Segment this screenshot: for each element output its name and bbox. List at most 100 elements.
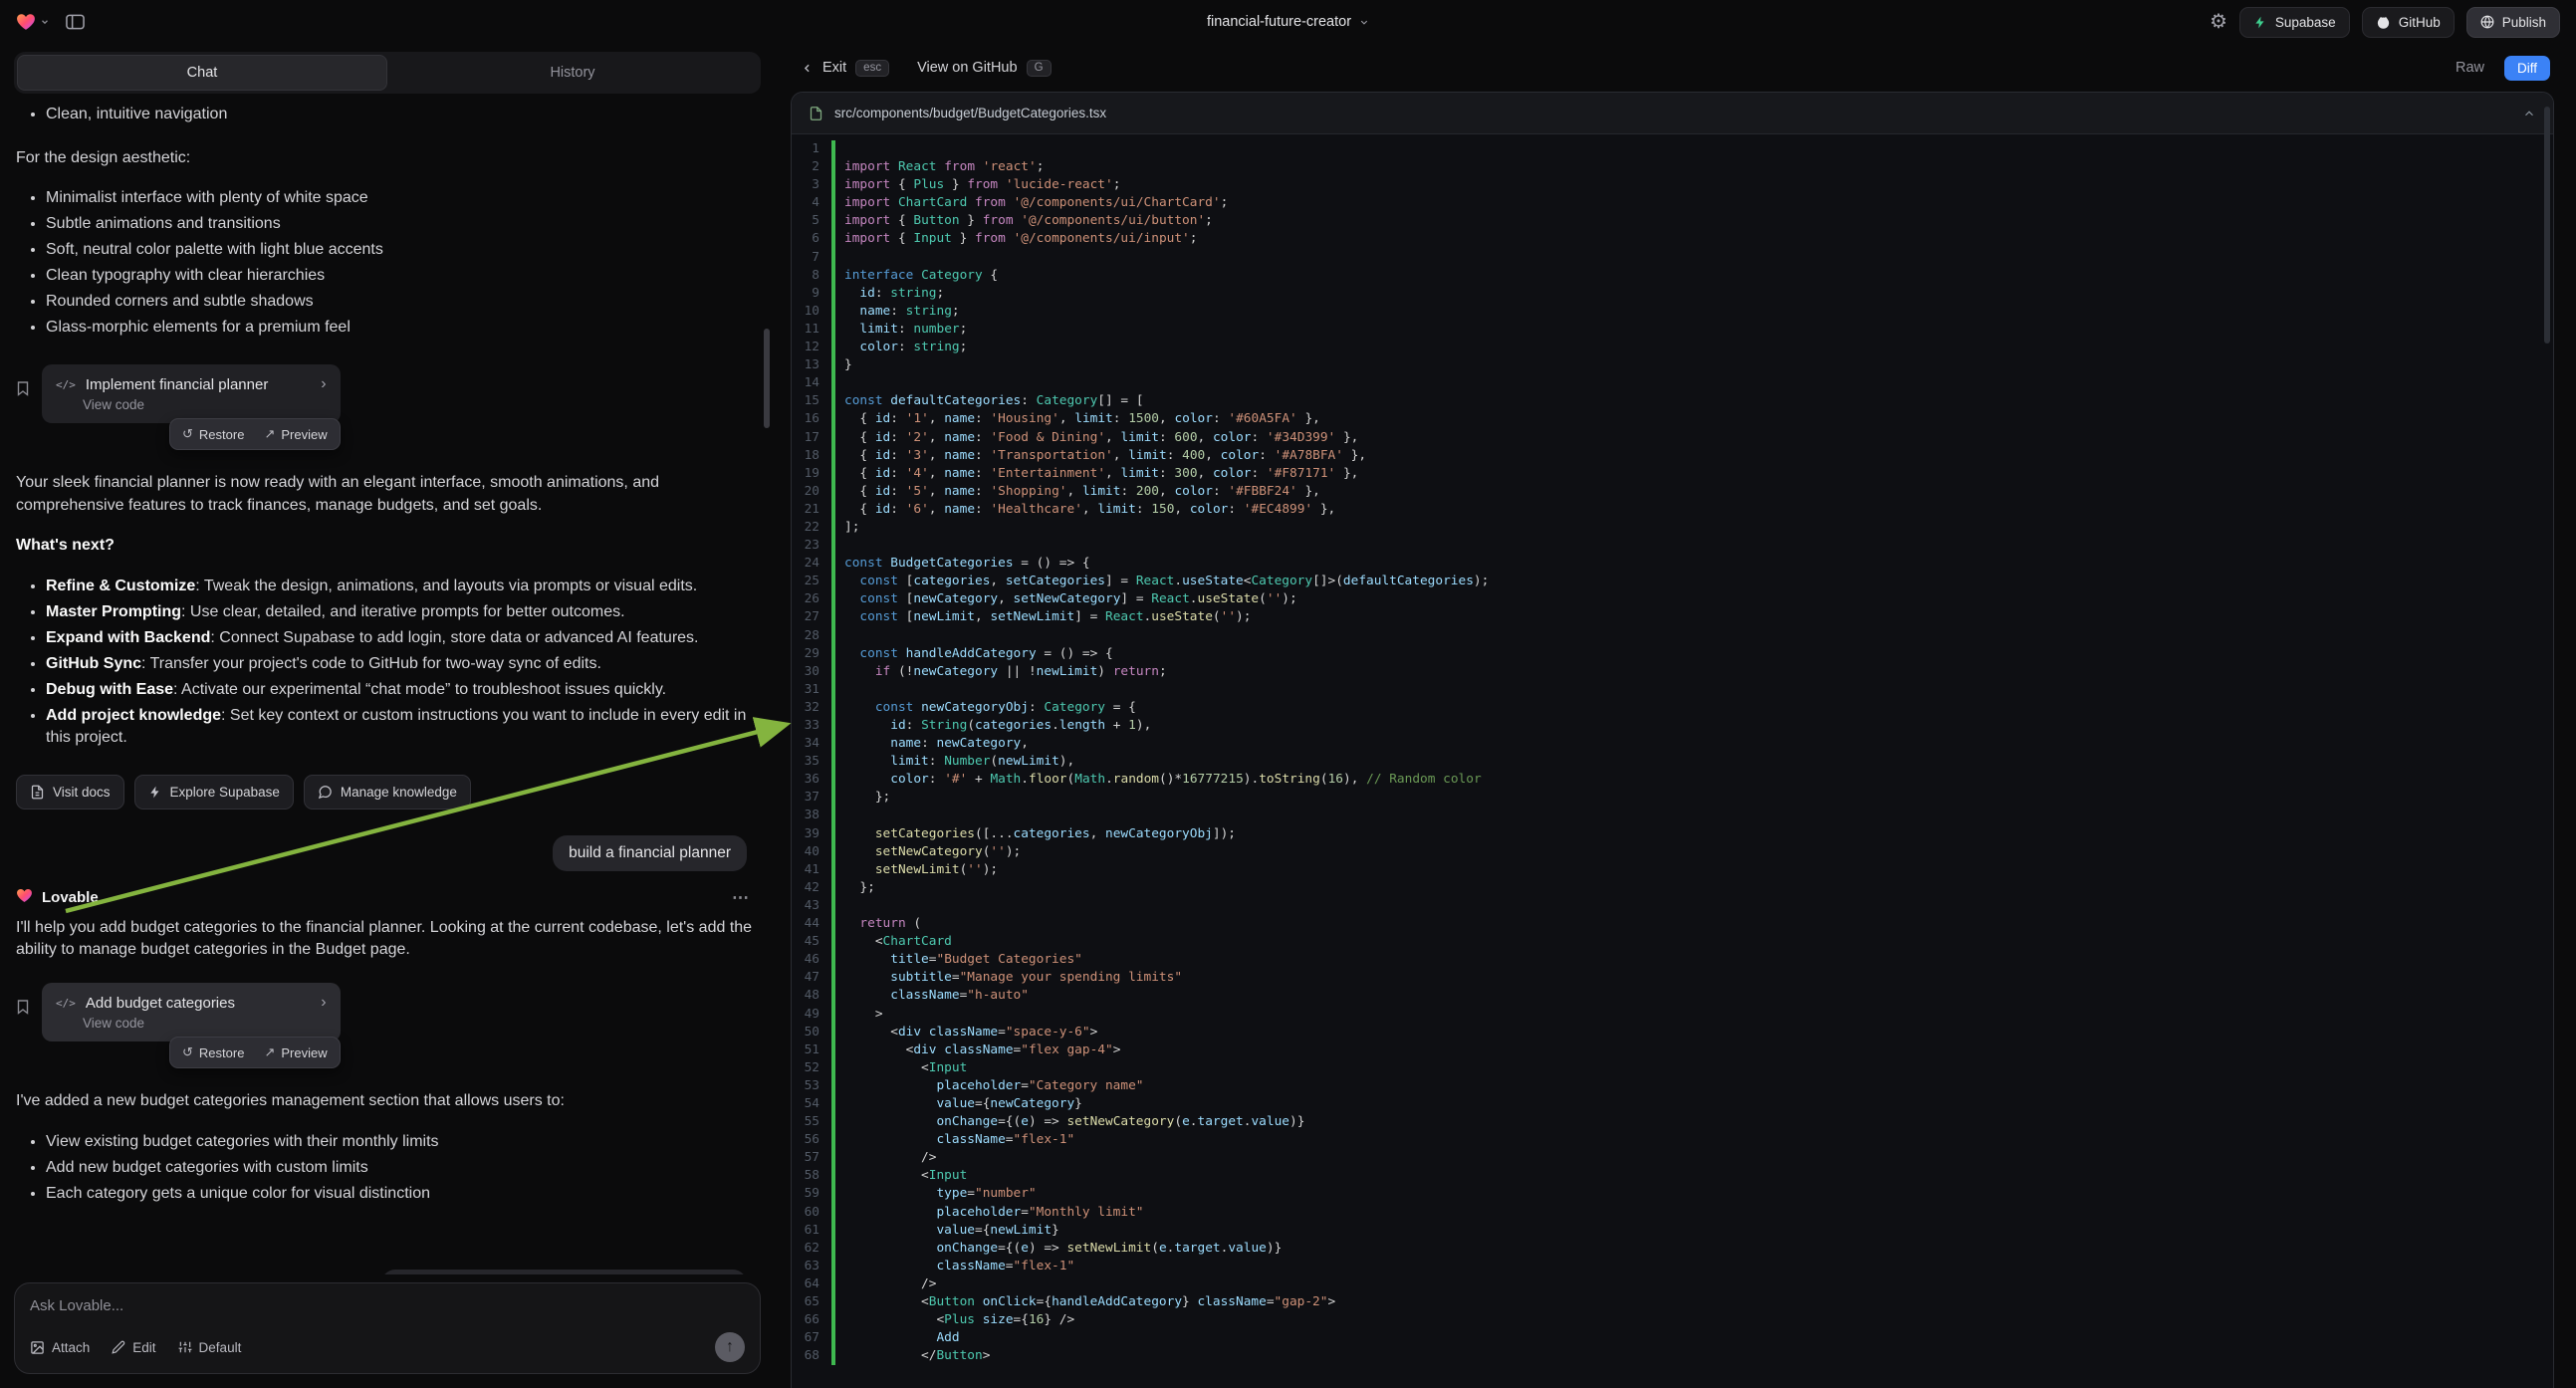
code-text: <Plus size={16} />	[835, 1311, 1074, 1329]
restore-button[interactable]: ↺Restore	[173, 422, 253, 446]
code-line: 11 limit: number;	[792, 321, 2553, 339]
collapse-file-button[interactable]	[2522, 107, 2536, 120]
diff-toggle[interactable]: Diff	[2504, 56, 2550, 81]
mode-selector[interactable]: Default	[178, 1340, 242, 1355]
restore-button[interactable]: ↺Restore	[173, 1041, 253, 1064]
bullet-item: Clean, intuitive navigation	[46, 104, 753, 125]
code-text: ];	[835, 519, 859, 537]
view-code-link[interactable]: View code	[83, 397, 327, 412]
tool-card-title: Add budget categories	[86, 995, 235, 1012]
code-text: className="h-auto"	[835, 987, 1029, 1005]
view-on-github-link[interactable]: View on GitHub G	[917, 60, 1051, 77]
chevron-down-icon	[1358, 17, 1369, 28]
exit-button[interactable]: Exit esc	[801, 60, 889, 77]
chat-input[interactable]: Ask Lovable...	[30, 1297, 745, 1314]
preview-icon: ↗	[264, 1044, 275, 1060]
docs-chip-button[interactable]: Visit docs	[16, 775, 124, 810]
send-button[interactable]: ↑	[715, 1332, 745, 1362]
line-number: 34	[792, 735, 831, 753]
raw-toggle[interactable]: Raw	[2456, 60, 2484, 76]
toggle-sidebar-button[interactable]	[66, 14, 85, 30]
line-number: 60	[792, 1204, 831, 1222]
code-text: const [categories, setCategories] = Reac…	[835, 573, 1489, 590]
code-text: const [newLimit, setNewLimit] = React.us…	[835, 608, 1251, 626]
code-line: 45 <ChartCard	[792, 933, 2553, 951]
tool-card[interactable]: </>Add budget categories›View code	[42, 983, 341, 1041]
tool-card[interactable]: </>Implement financial planner›View code	[42, 364, 341, 423]
supabase-button[interactable]: Supabase	[2239, 7, 2350, 38]
code-line: 8interface Category {	[792, 267, 2553, 285]
code-line: 16 { id: '1', name: 'Housing', limit: 15…	[792, 410, 2553, 428]
code-text: import ChartCard from '@/components/ui/C…	[835, 194, 1228, 212]
line-number: 58	[792, 1167, 831, 1185]
lovable-logo-button[interactable]	[16, 13, 50, 31]
tab-history[interactable]: History	[387, 55, 758, 91]
settings-button[interactable]: ⚙	[2210, 12, 2227, 32]
line-number: 43	[792, 897, 831, 915]
chat-paragraph: I'll help you add budget categories to t…	[16, 917, 753, 962]
supabase-chip-button[interactable]: Explore Supabase	[134, 775, 294, 810]
code-line: 30 if (!newCategory || !newLimit) return…	[792, 663, 2553, 681]
bullet-item: Soft, neutral color palette with light b…	[46, 239, 753, 261]
code-text: { id: '6', name: 'Healthcare', limit: 15…	[835, 501, 1335, 519]
supabase-label: Supabase	[2275, 15, 2336, 30]
chevron-right-icon: ›	[321, 994, 326, 1012]
code-line: 52 <Input	[792, 1059, 2553, 1077]
code-text: value={newCategory}	[835, 1095, 1082, 1113]
line-number: 24	[792, 555, 831, 573]
code-line: 2import React from 'react';	[792, 158, 2553, 176]
line-number: 27	[792, 608, 831, 626]
github-button[interactable]: GitHub	[2362, 7, 2455, 38]
code-line: 7	[792, 249, 2553, 267]
code-line: 5import { Button } from '@/components/ui…	[792, 212, 2553, 230]
code-text: placeholder="Monthly limit"	[835, 1204, 1144, 1222]
chat-scrollbar-thumb[interactable]	[764, 329, 770, 428]
line-number: 50	[792, 1024, 831, 1041]
preview-icon: ↗	[264, 426, 275, 442]
line-number: 26	[792, 590, 831, 608]
bookmark-icon	[16, 999, 30, 1020]
code-text: { id: '5', name: 'Shopping', limit: 200,…	[835, 483, 1320, 501]
line-number: 57	[792, 1149, 831, 1167]
line-number: 17	[792, 429, 831, 447]
line-number: 28	[792, 627, 831, 645]
tab-chat[interactable]: Chat	[17, 55, 387, 91]
code-line: 34 name: newCategory,	[792, 735, 2553, 753]
code-text: name: newCategory,	[835, 735, 1029, 753]
line-number: 61	[792, 1222, 831, 1240]
line-number: 30	[792, 663, 831, 681]
card-actions-toolbar: ↺Restore↗Preview	[169, 1037, 341, 1068]
code-text	[835, 897, 844, 915]
line-number: 67	[792, 1329, 831, 1347]
github-kbd-badge: G	[1027, 60, 1052, 77]
bullet-item: Add project knowledge: Set key context o…	[46, 705, 753, 749]
line-number: 48	[792, 987, 831, 1005]
line-number: 21	[792, 501, 831, 519]
file-header[interactable]: src/components/budget/BudgetCategories.t…	[792, 93, 2553, 134]
publish-button[interactable]: Publish	[2466, 7, 2560, 38]
preview-button[interactable]: ↗Preview	[255, 1041, 336, 1064]
line-number: 5	[792, 212, 831, 230]
line-number: 20	[792, 483, 831, 501]
attach-button[interactable]: Attach	[30, 1340, 90, 1355]
docs-icon	[30, 785, 45, 800]
view-on-github-label: View on GitHub	[917, 60, 1017, 76]
code-text: { id: '4', name: 'Entertainment', limit:…	[835, 465, 1358, 483]
edit-button[interactable]: Edit	[112, 1340, 155, 1355]
message-menu-button[interactable]: ⋯	[732, 888, 749, 908]
line-number: 13	[792, 356, 831, 374]
code-line: 36 color: '#' + Math.floor(Math.random()…	[792, 771, 2553, 789]
line-number: 56	[792, 1131, 831, 1149]
code-scrollbar-thumb[interactable]	[2544, 107, 2550, 344]
code-line: 50 <div className="space-y-6">	[792, 1024, 2553, 1041]
code-line: 17 { id: '2', name: 'Food & Dining', lim…	[792, 429, 2553, 447]
knowledge-chip-button[interactable]: Manage knowledge	[304, 775, 471, 810]
line-number: 6	[792, 230, 831, 248]
code-text: <Input	[835, 1059, 967, 1077]
preview-button[interactable]: ↗Preview	[255, 422, 336, 446]
project-switcher[interactable]: financial-future-creator	[1207, 14, 1369, 30]
view-code-link[interactable]: View code	[83, 1016, 327, 1031]
quick-actions-row: Visit docs Explore Supabase Manage knowled…	[16, 775, 753, 810]
code-line: 39 setCategories([...categories, newCate…	[792, 825, 2553, 843]
code-line: 14	[792, 374, 2553, 392]
